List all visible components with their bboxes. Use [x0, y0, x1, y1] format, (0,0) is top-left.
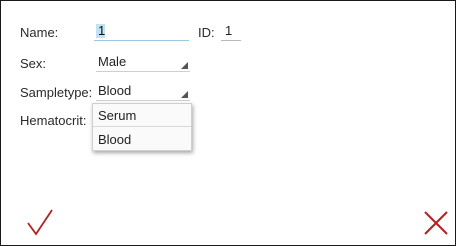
sex-select-value: Male	[98, 54, 127, 69]
confirm-button[interactable]	[25, 207, 55, 237]
hematocrit-label: Hematocrit:	[20, 113, 87, 128]
form-window: Name: 1 ID: 1 Sex: Male Sampletype: Bloo…	[0, 0, 456, 246]
dropdown-arrow-icon	[181, 91, 188, 98]
name-label: Name:	[20, 25, 59, 40]
id-label: ID:	[198, 25, 215, 40]
dropdown-arrow-icon	[181, 62, 188, 69]
close-x-icon	[424, 211, 448, 235]
sampletype-select-value: Blood	[98, 83, 132, 98]
name-input[interactable]: 1	[94, 23, 189, 41]
cancel-button[interactable]	[422, 209, 452, 239]
sampletype-dropdown-menu: Serum Blood	[92, 103, 192, 151]
id-input[interactable]: 1	[221, 23, 241, 41]
dropdown-option-blood[interactable]: Blood	[93, 128, 191, 151]
sex-select[interactable]: Male	[96, 54, 190, 72]
dropdown-option-serum[interactable]: Serum	[93, 104, 191, 127]
checkmark-icon	[27, 209, 53, 236]
name-input-value: 1	[98, 23, 106, 38]
sampletype-label: Sampletype:	[20, 85, 93, 100]
sex-label: Sex:	[20, 56, 47, 71]
sampletype-select[interactable]: Blood	[96, 83, 190, 101]
id-input-value: 1	[225, 23, 233, 38]
